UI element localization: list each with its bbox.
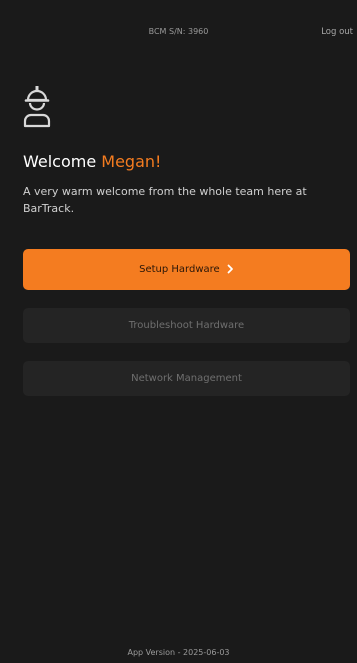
welcome-screen: BCM S/N: 3960 Log out Welcome Megan! A v… — [0, 0, 357, 663]
serial-number: BCM S/N: 3960 — [148, 27, 209, 36]
setup-hardware-label: Setup Hardware — [139, 264, 220, 275]
troubleshoot-hardware-button[interactable]: Troubleshoot Hardware — [23, 308, 350, 343]
app-version: App Version - 2025-06-03 — [127, 648, 230, 657]
user-name: Megan! — [101, 152, 162, 171]
troubleshoot-hardware-label: Troubleshoot Hardware — [128, 320, 245, 331]
welcome-message: A very warm welcome from the whole team … — [23, 185, 307, 215]
welcome-heading: Welcome Megan! — [23, 151, 161, 173]
chevron-right-icon — [227, 264, 233, 274]
setup-hardware-button[interactable]: Setup Hardware — [23, 249, 350, 290]
construction-worker-icon — [23, 86, 51, 128]
top-bar: BCM S/N: 3960 Log out — [0, 24, 357, 40]
network-management-button[interactable]: Network Management — [23, 361, 350, 396]
network-management-label: Network Management — [131, 373, 242, 384]
logout-link[interactable]: Log out — [321, 24, 353, 40]
welcome-greeting: Welcome — [23, 152, 97, 171]
